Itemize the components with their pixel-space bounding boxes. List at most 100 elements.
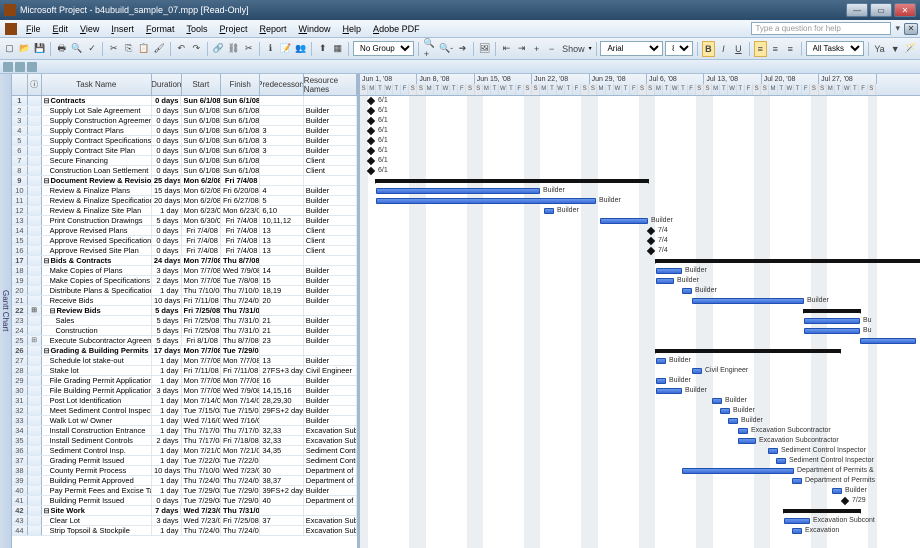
grid-body[interactable]: 1⊟Contracts0 daysSun 6/1/08Sun 6/1/082Su… xyxy=(12,96,357,548)
milestone[interactable] xyxy=(647,247,655,255)
task-row[interactable]: 13Print Construction Drawings5 daysMon 6… xyxy=(12,216,357,226)
task-row[interactable]: 7Secure Financing0 daysSun 6/1/08Sun 6/1… xyxy=(12,156,357,166)
task-bar[interactable] xyxy=(720,408,730,414)
hide-subtasks-icon[interactable]: − xyxy=(545,41,558,57)
task-row[interactable]: 36Sediment Control Insp.1 dayMon 7/21/08… xyxy=(12,446,357,456)
show-dropdown[interactable]: Show xyxy=(562,44,585,54)
format-painter-icon[interactable]: 🖌 xyxy=(153,41,166,57)
milestone[interactable] xyxy=(367,127,375,135)
task-bar[interactable] xyxy=(692,368,702,374)
task-row[interactable]: 31Post Lot Identification1 dayMon 7/14/0… xyxy=(12,396,357,406)
task-row[interactable]: 23Sales5 daysFri 7/25/08Thu 7/31/0821Bui… xyxy=(12,316,357,326)
milestone[interactable] xyxy=(367,97,375,105)
task-bar[interactable] xyxy=(768,448,778,454)
italic-button[interactable]: I xyxy=(717,41,730,57)
task-bar[interactable] xyxy=(712,398,722,404)
task-bar[interactable] xyxy=(728,418,738,424)
task-row[interactable]: 29File Grading Permit Application1 dayMo… xyxy=(12,376,357,386)
doc-close-button[interactable]: ✕ xyxy=(904,23,918,35)
pdf-icon-3[interactable] xyxy=(27,62,37,72)
indent-icon[interactable]: ⇥ xyxy=(515,41,528,57)
task-row[interactable]: 18Make Copies of Plans3 daysMon 7/7/08We… xyxy=(12,266,357,276)
task-row[interactable]: 25⊞Execute Subcontractor Agreements5 day… xyxy=(12,336,357,346)
menu-adobe-pdf[interactable]: Adobe PDF xyxy=(367,22,426,36)
task-row[interactable]: 44Strip Topsoil & Stockpile1 dayThu 7/24… xyxy=(12,526,357,536)
task-row[interactable]: 12Review & Finalize Site Plan1 dayMon 6/… xyxy=(12,206,357,216)
task-row[interactable]: 14Approve Revised Plans0 daysFri 7/4/08F… xyxy=(12,226,357,236)
milestone[interactable] xyxy=(647,227,655,235)
task-row[interactable]: 16Approve Revised Site Plan0 daysFri 7/4… xyxy=(12,246,357,256)
underline-button[interactable]: U xyxy=(732,41,745,57)
group-select[interactable]: No Group xyxy=(353,41,414,56)
unlink-icon[interactable]: ⛓ xyxy=(227,41,240,57)
task-bar[interactable] xyxy=(792,478,802,484)
menu-view[interactable]: View xyxy=(74,22,105,36)
milestone[interactable] xyxy=(367,137,375,145)
task-bar[interactable] xyxy=(776,458,786,464)
task-bar[interactable] xyxy=(682,288,692,294)
split-icon[interactable]: ✂ xyxy=(242,41,255,57)
task-row[interactable]: 27Schedule lot stake-out1 dayMon 7/7/08M… xyxy=(12,356,357,366)
undo-icon[interactable]: ↶ xyxy=(175,41,188,57)
pdf-icon[interactable] xyxy=(3,62,13,72)
font-select[interactable]: Arial xyxy=(600,41,663,56)
close-button[interactable]: ✕ xyxy=(894,3,916,17)
wizard-icon[interactable]: 🪄 xyxy=(904,41,917,57)
pdf-icon-2[interactable] xyxy=(15,62,25,72)
align-right-icon[interactable]: ≡ xyxy=(784,41,797,57)
zoom-in-icon[interactable]: 🔍+ xyxy=(423,41,436,57)
indicator-column[interactable]: ⓘ xyxy=(28,74,42,95)
spell-icon[interactable]: ✓ xyxy=(85,41,98,57)
summary-bar[interactable] xyxy=(656,259,920,263)
col-predecessors[interactable]: Predecessors xyxy=(260,74,303,95)
task-row[interactable]: 8Construction Loan Settlement0 daysSun 6… xyxy=(12,166,357,176)
task-bar[interactable] xyxy=(376,198,596,204)
summary-bar[interactable] xyxy=(804,309,860,313)
save-icon[interactable]: 💾 xyxy=(33,41,46,57)
redo-icon[interactable]: ↷ xyxy=(190,41,203,57)
task-bar[interactable] xyxy=(544,208,554,214)
autofilter-icon[interactable]: ▼ xyxy=(889,41,902,57)
task-bar[interactable] xyxy=(376,188,540,194)
task-bar[interactable] xyxy=(692,298,804,304)
view-bar[interactable]: Gantt Chart xyxy=(0,74,12,548)
task-bar[interactable] xyxy=(656,278,674,284)
task-row[interactable]: 35Install Sediment Controls2 daysThu 7/1… xyxy=(12,436,357,446)
new-icon[interactable]: ▢ xyxy=(3,41,16,57)
preview-icon[interactable]: 🔍 xyxy=(70,41,83,57)
outdent-icon[interactable]: ⇤ xyxy=(500,41,513,57)
task-row[interactable]: 22⊞⊟Review Bids5 daysFri 7/25/08Thu 7/31… xyxy=(12,306,357,316)
task-bar[interactable] xyxy=(832,488,842,494)
open-icon[interactable]: 📂 xyxy=(18,41,31,57)
task-row[interactable]: 1⊟Contracts0 daysSun 6/1/08Sun 6/1/08 xyxy=(12,96,357,106)
col-resource[interactable]: Resource Names xyxy=(304,74,357,95)
task-row[interactable]: 20Distribute Plans & Specifications1 day… xyxy=(12,286,357,296)
task-bar[interactable] xyxy=(656,358,666,364)
task-row[interactable]: 39Building Permit Approved1 dayThu 7/24/… xyxy=(12,476,357,486)
task-row[interactable]: 10Review & Finalize Plans15 daysMon 6/2/… xyxy=(12,186,357,196)
assign-icon[interactable]: 👥 xyxy=(294,41,307,57)
task-bar[interactable] xyxy=(804,318,860,324)
task-bar[interactable] xyxy=(682,468,794,474)
milestone[interactable] xyxy=(367,157,375,165)
task-row[interactable]: 9⊟Document Review & Revision25 daysMon 6… xyxy=(12,176,357,186)
summary-bar[interactable] xyxy=(784,509,860,513)
col-finish[interactable]: Finish xyxy=(221,74,260,95)
summary-bar[interactable] xyxy=(656,349,840,353)
menu-window[interactable]: Window xyxy=(293,22,337,36)
link-icon[interactable]: 🔗 xyxy=(212,41,225,57)
task-row[interactable]: 33Walk Lot w/ Owner1 dayWed 7/16/08Wed 7… xyxy=(12,416,357,426)
zoom-out-icon[interactable]: 🔍- xyxy=(438,41,454,57)
task-bar[interactable] xyxy=(656,378,666,384)
col-start[interactable]: Start xyxy=(182,74,221,95)
task-row[interactable]: 5Supply Contract Specifications0 daysSun… xyxy=(12,136,357,146)
menu-help[interactable]: Help xyxy=(337,22,368,36)
align-left-icon[interactable]: ≡ xyxy=(754,41,767,57)
task-row[interactable]: 21Receive Bids10 daysFri 7/11/08Thu 7/24… xyxy=(12,296,357,306)
notes-icon[interactable]: 📝 xyxy=(279,41,292,57)
publish-icon[interactable]: ⬆ xyxy=(316,41,329,57)
task-row[interactable]: 19Make Copies of Specifications2 daysMon… xyxy=(12,276,357,286)
minimize-button[interactable]: — xyxy=(846,3,868,17)
info-icon[interactable]: ℹ xyxy=(264,41,277,57)
task-row[interactable]: 3Supply Construction Agreement0 daysSun … xyxy=(12,116,357,126)
